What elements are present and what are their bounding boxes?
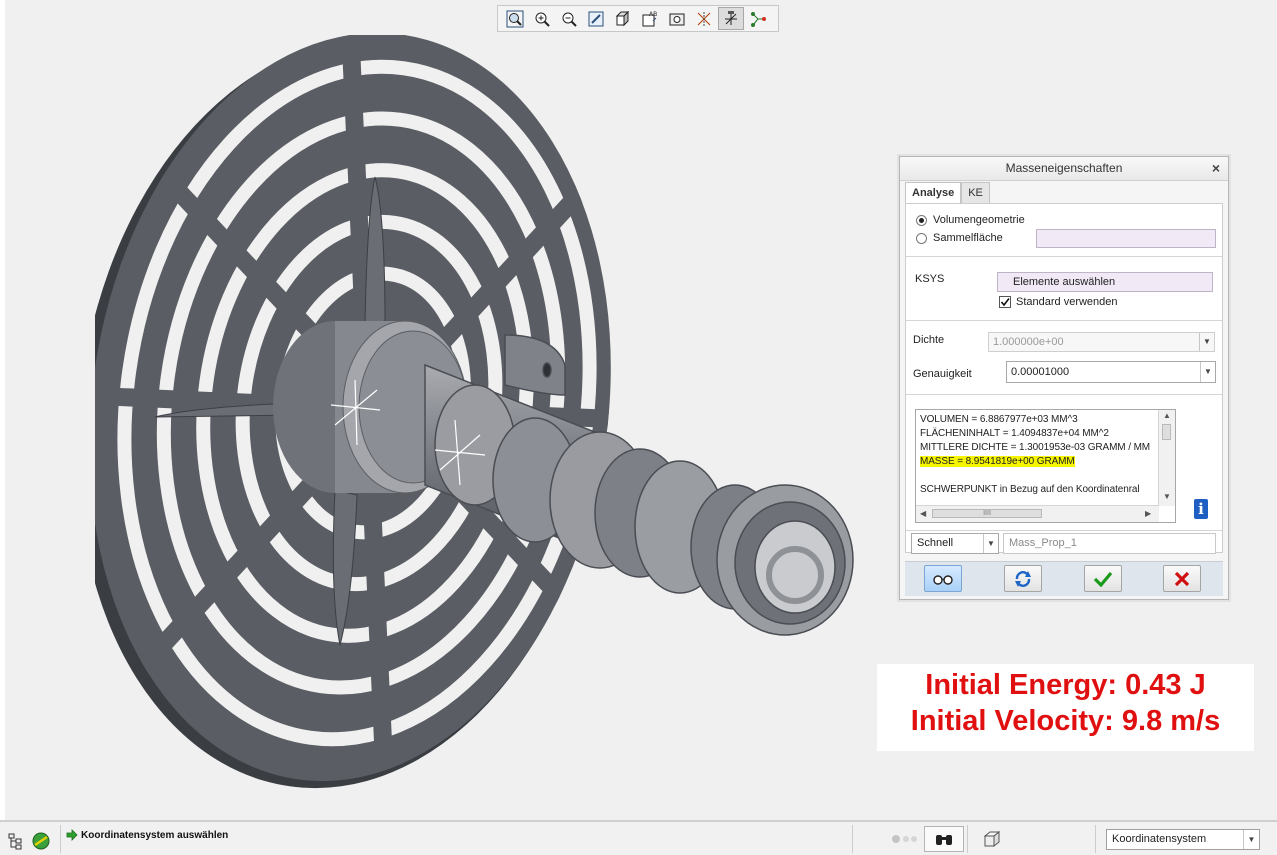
zoom-fit-icon[interactable] bbox=[502, 7, 528, 30]
radio-volume-label: Volumengeometrie bbox=[933, 214, 1025, 226]
calc-mode-value: Schnell bbox=[917, 537, 954, 549]
regen-status-icon bbox=[892, 835, 917, 843]
status-message: Koordinatensystem auswählen bbox=[66, 829, 228, 841]
radio-quilt[interactable] bbox=[916, 232, 927, 244]
divider bbox=[967, 825, 968, 853]
initial-energy-text: Initial Energy: 0.43 J bbox=[925, 669, 1206, 701]
repeat-icon bbox=[1015, 570, 1031, 587]
status-bar: Koordinatensystem auswählen Koordinatens… bbox=[0, 820, 1277, 855]
divider bbox=[60, 825, 61, 853]
chevron-down-icon: ▼ bbox=[1199, 333, 1214, 351]
chevron-down-icon[interactable]: ▼ bbox=[983, 534, 998, 553]
density-input: 1.000000e+00 ▼ bbox=[988, 332, 1215, 352]
scroll-down-icon[interactable]: ▼ bbox=[1163, 492, 1171, 501]
zoom-in-icon[interactable] bbox=[529, 7, 555, 30]
results-textbox[interactable]: VOLUMEN = 6.8867977e+03 MM^3 FLÄCHENINHA… bbox=[915, 409, 1176, 523]
dialog-title: Masseneigenschaften bbox=[1005, 161, 1123, 175]
selection-filter-value: Koordinatensystem bbox=[1112, 833, 1207, 845]
tab-analyse[interactable]: Analyse bbox=[905, 182, 962, 205]
selection-box-icon[interactable] bbox=[982, 830, 1002, 848]
csys-selector[interactable]: Elemente auswählen bbox=[997, 272, 1213, 292]
preview-icon bbox=[933, 574, 953, 585]
radio-volume-row[interactable]: Volumengeometrie bbox=[916, 214, 1025, 226]
display-style-icon[interactable] bbox=[610, 7, 636, 30]
use-default-checkbox[interactable] bbox=[999, 296, 1011, 308]
preview-button[interactable] bbox=[924, 565, 962, 592]
accuracy-input[interactable]: 0.00001000 ▼ bbox=[1006, 361, 1216, 383]
accuracy-label: Genauigkeit bbox=[913, 368, 972, 380]
selection-filter-select[interactable]: Koordinatensystem ▼ bbox=[1106, 829, 1260, 850]
scroll-up-icon[interactable]: ▲ bbox=[1163, 411, 1171, 420]
ksys-label: KSYS bbox=[915, 273, 945, 285]
cancel-icon bbox=[1174, 571, 1190, 586]
radio-quilt-label: Sammelfläche bbox=[933, 232, 1003, 244]
energy-velocity-annotation: Initial Energy: 0.43 J Initial Velocity:… bbox=[877, 664, 1254, 751]
use-default-label: Standard verwenden bbox=[1016, 296, 1118, 308]
datum-display-icon[interactable] bbox=[691, 7, 717, 30]
spin-center-icon[interactable] bbox=[718, 7, 744, 30]
result-line-cog: SCHWERPUNKT in Bezug auf den Koordinaten… bbox=[920, 484, 1140, 495]
use-default-row[interactable]: Standard verwenden bbox=[999, 296, 1118, 308]
info-icon[interactable]: i bbox=[1194, 499, 1208, 519]
svg-text:AB: AB bbox=[649, 11, 657, 18]
divider bbox=[1095, 825, 1096, 853]
tab-ke[interactable]: KE bbox=[961, 182, 990, 204]
result-line-density: MITTLERE DICHTE = 1.3001953e-03 GRAMM / … bbox=[920, 442, 1151, 453]
dialog-title-bar: Masseneigenschaften × bbox=[900, 157, 1228, 181]
separator bbox=[906, 320, 1222, 321]
binoculars-icon bbox=[936, 835, 952, 845]
dialog-button-bar bbox=[905, 561, 1223, 596]
radio-quilt-row[interactable]: Sammelfläche bbox=[916, 232, 1003, 244]
repeat-button[interactable] bbox=[1004, 565, 1042, 592]
dialog-tabs: Analyse KE bbox=[905, 182, 990, 205]
arrow-right-icon bbox=[66, 829, 78, 841]
saved-views-icon[interactable]: AB bbox=[637, 7, 663, 30]
model-tree-icon[interactable] bbox=[6, 831, 26, 851]
mass-properties-dialog: Masseneigenschaften × Analyse KE Volumen… bbox=[899, 156, 1229, 600]
viewport-border bbox=[0, 0, 5, 820]
analysis-panel: Volumengeometrie Sammelfläche KSYS Eleme… bbox=[905, 203, 1223, 553]
result-line-area: FLÄCHENINHALT = 1.4094837e+04 MM^2 bbox=[920, 428, 1109, 439]
result-line-mass: MASSE = 8.9541819e+00 GRAMM bbox=[920, 456, 1075, 467]
accuracy-value: 0.00001000 bbox=[1011, 366, 1070, 378]
ok-button[interactable] bbox=[1084, 565, 1122, 592]
result-line-volume: VOLUMEN = 6.8867977e+03 MM^3 bbox=[920, 414, 1078, 425]
3d-model[interactable] bbox=[95, 35, 875, 795]
view-toolbar: AB bbox=[497, 5, 779, 32]
feature-name-input[interactable]: Mass_Prop_1 bbox=[1003, 533, 1216, 554]
chevron-down-icon[interactable]: ▼ bbox=[1200, 362, 1215, 382]
radio-volume[interactable] bbox=[916, 214, 927, 226]
calc-mode-select[interactable]: Schnell ▼ bbox=[911, 533, 999, 554]
vertical-scrollbar[interactable]: ▲ ▼ bbox=[1158, 410, 1175, 506]
scroll-thumb[interactable] bbox=[1162, 424, 1171, 440]
browser-icon[interactable] bbox=[31, 831, 51, 851]
cancel-button[interactable] bbox=[1163, 565, 1201, 592]
initial-velocity-text: Initial Velocity: 9.8 m/s bbox=[910, 705, 1221, 737]
view-manager-icon[interactable] bbox=[664, 7, 690, 30]
close-icon[interactable]: × bbox=[1212, 157, 1220, 180]
annotation-display-icon[interactable] bbox=[745, 7, 771, 30]
horizontal-scrollbar[interactable]: ◀ IIII ▶ bbox=[916, 505, 1159, 522]
scroll-right-icon[interactable]: ▶ bbox=[1145, 509, 1151, 518]
chevron-down-icon[interactable]: ▼ bbox=[1243, 830, 1259, 849]
find-button[interactable] bbox=[924, 826, 964, 852]
divider bbox=[852, 825, 853, 853]
density-value: 1.000000e+00 bbox=[993, 336, 1064, 348]
separator bbox=[906, 530, 1222, 531]
density-label: Dichte bbox=[913, 334, 945, 346]
separator bbox=[906, 394, 1222, 395]
ok-icon bbox=[1093, 571, 1113, 587]
scroll-left-icon[interactable]: ◀ bbox=[920, 509, 926, 518]
status-message-text: Koordinatensystem auswählen bbox=[81, 829, 229, 841]
separator bbox=[906, 256, 1222, 257]
quilt-selector[interactable] bbox=[1036, 229, 1216, 248]
zoom-out-icon[interactable] bbox=[556, 7, 582, 30]
scroll-thumb[interactable]: IIII bbox=[932, 509, 1042, 518]
repaint-icon[interactable] bbox=[583, 7, 609, 30]
